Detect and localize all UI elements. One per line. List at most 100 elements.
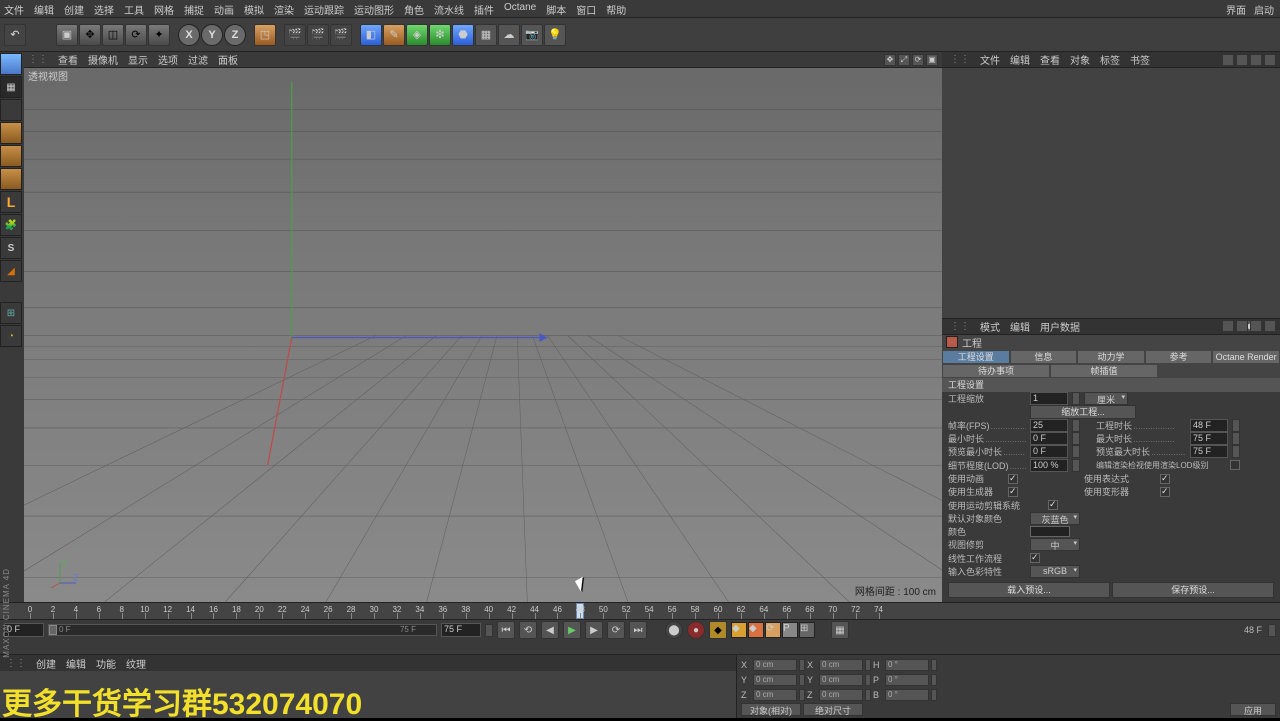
color-swatch[interactable]: [1030, 526, 1070, 537]
mat-tab[interactable]: 创建: [36, 656, 56, 671]
coord-system-button[interactable]: ◳: [254, 24, 276, 46]
prev-key-button[interactable]: ⟲: [519, 621, 537, 639]
panel-handle-icon[interactable]: ⋮⋮: [950, 54, 970, 65]
menu-item[interactable]: 网格: [154, 2, 174, 15]
menu-item[interactable]: 工具: [124, 2, 144, 15]
undo-button[interactable]: ↶: [4, 24, 26, 46]
live-select-button[interactable]: ▣: [56, 24, 78, 46]
key-param-button[interactable]: P: [782, 622, 798, 638]
vp-rotate-icon[interactable]: ⟳: [912, 54, 924, 66]
menu-item[interactable]: 脚本: [546, 2, 566, 15]
field-rotb[interactable]: 0 °: [885, 689, 929, 701]
dd-viewclip[interactable]: 中: [1030, 538, 1080, 551]
add-deformer-button[interactable]: ▦: [475, 24, 497, 46]
tab-dynamics[interactable]: 动力学: [1077, 350, 1145, 364]
edge-mode-button[interactable]: [0, 168, 22, 190]
dd-unit[interactable]: 厘米: [1084, 392, 1128, 405]
vp-tab[interactable]: 查看: [58, 52, 78, 67]
menu-item[interactable]: 流水线: [434, 2, 464, 15]
om-tab[interactable]: 文件: [980, 52, 1000, 67]
menu-item[interactable]: 创建: [64, 2, 84, 15]
key-pla-button[interactable]: ⊞: [799, 622, 815, 638]
field-posy[interactable]: 0 cm: [753, 674, 797, 686]
add-camera-button[interactable]: 📷: [521, 24, 543, 46]
spinner[interactable]: [1072, 432, 1080, 445]
menu-item[interactable]: 选择: [94, 2, 114, 15]
field-sizez[interactable]: 0 cm: [819, 689, 863, 701]
prev-frame-button[interactable]: ◀: [541, 621, 559, 639]
workplane-button[interactable]: ◢: [0, 260, 22, 282]
layout-startup[interactable]: 启动: [1254, 2, 1274, 17]
field-posz[interactable]: 0 cm: [753, 689, 797, 701]
menu-item[interactable]: 动画: [214, 2, 234, 15]
perspective-viewport[interactable]: YZ 网格间距 : 100 cm: [24, 82, 942, 602]
texture-mode-button[interactable]: ▦: [0, 76, 22, 98]
go-end-button[interactable]: ⏭: [629, 621, 647, 639]
spinner[interactable]: [931, 689, 937, 701]
key-scale-button[interactable]: ◆: [748, 622, 764, 638]
menu-item[interactable]: 窗口: [576, 2, 596, 15]
timeline-ruler[interactable]: 0246810121416182022242628303234363840424…: [0, 602, 1280, 620]
attr-tab[interactable]: 编辑: [1010, 319, 1030, 334]
add-pen-button[interactable]: ✎: [383, 24, 405, 46]
attr-opt-icon[interactable]: [1250, 320, 1262, 332]
chk-usedef[interactable]: [1160, 487, 1170, 497]
menu-item[interactable]: 帮助: [606, 2, 626, 15]
attr-tab[interactable]: 模式: [980, 319, 1000, 334]
y-axis-toggle[interactable]: Y: [201, 24, 223, 46]
point-mode-button[interactable]: [0, 145, 22, 167]
add-light-button[interactable]: 💡: [544, 24, 566, 46]
dd-size-mode[interactable]: 绝对尺寸: [803, 703, 863, 716]
chk-linear[interactable]: [1030, 553, 1040, 563]
tab-info[interactable]: 信息: [1010, 350, 1078, 364]
btn-rescale-project[interactable]: 缩放工程...: [1030, 405, 1136, 419]
om-filter-icon[interactable]: [1250, 54, 1262, 66]
add-environment-button[interactable]: ☁: [498, 24, 520, 46]
key-rot-button[interactable]: ⟳: [765, 622, 781, 638]
menu-item[interactable]: 文件: [4, 2, 24, 15]
field-proj-time[interactable]: 48 F: [1190, 419, 1228, 432]
chk-render-lod[interactable]: [1230, 460, 1240, 470]
menu-item[interactable]: 运动跟踪: [304, 2, 344, 15]
chk-useanim[interactable]: [1008, 474, 1018, 484]
vp-zoom-icon[interactable]: ⤢: [898, 54, 910, 66]
add-mograph-button[interactable]: ⬣: [452, 24, 474, 46]
om-tab[interactable]: 查看: [1040, 52, 1060, 67]
x-axis-toggle[interactable]: X: [178, 24, 200, 46]
field-frame-end[interactable]: 75 F: [441, 623, 481, 637]
mat-tab[interactable]: 纹理: [126, 656, 146, 671]
menu-item[interactable]: 模拟: [244, 2, 264, 15]
menu-item[interactable]: 捕捉: [184, 2, 204, 15]
scale-button[interactable]: ◫: [102, 24, 124, 46]
menu-item[interactable]: 角色: [404, 2, 424, 15]
spinner[interactable]: [799, 689, 805, 701]
viewport-solo-button[interactable]: ⊞: [0, 302, 22, 324]
menu-item[interactable]: 渲染: [274, 2, 294, 15]
tab-reference[interactable]: 参考: [1145, 350, 1213, 364]
vp-tab[interactable]: 显示: [128, 52, 148, 67]
spinner[interactable]: [1232, 432, 1240, 445]
mat-tab[interactable]: 编辑: [66, 656, 86, 671]
keyframe-sel-button[interactable]: ◆: [709, 621, 727, 639]
spinner[interactable]: [485, 624, 493, 637]
add-cube-button[interactable]: ◧: [360, 24, 382, 46]
last-tool-button[interactable]: ✦: [148, 24, 170, 46]
tab-octane[interactable]: Octane Render: [1212, 350, 1280, 364]
menu-item[interactable]: 编辑: [34, 2, 54, 15]
tab-interp[interactable]: 帧插值: [1050, 364, 1158, 378]
model-mode-button[interactable]: [0, 53, 22, 75]
field-rotp[interactable]: 0 °: [885, 674, 929, 686]
field-mintime[interactable]: 0 F: [1030, 432, 1068, 445]
dd-defcolor[interactable]: 灰蓝色: [1030, 512, 1080, 525]
slider-thumb[interactable]: [49, 625, 57, 635]
field-prevmin[interactable]: 0 F: [1030, 445, 1068, 458]
z-axis-toggle[interactable]: Z: [224, 24, 246, 46]
chk-usegen[interactable]: [1008, 487, 1018, 497]
menu-item[interactable]: 运动图形: [354, 2, 394, 15]
spinner[interactable]: [799, 674, 805, 686]
tab-project-settings[interactable]: 工程设置: [942, 350, 1010, 364]
field-project-scale[interactable]: 1: [1030, 392, 1068, 405]
chk-useexpr[interactable]: [1160, 474, 1170, 484]
polygon-mode-button[interactable]: L: [0, 191, 22, 213]
panel-handle-icon[interactable]: ⋮⋮: [6, 658, 26, 669]
